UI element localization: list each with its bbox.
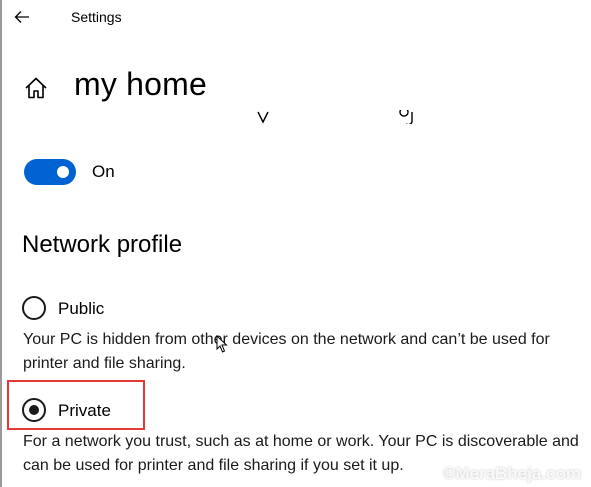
back-button[interactable] bbox=[12, 8, 32, 26]
mouse-pointer-icon bbox=[216, 335, 228, 353]
toggle-knob bbox=[57, 166, 69, 178]
scrolled-off-text-remnant bbox=[257, 110, 413, 124]
title-bar: Settings bbox=[0, 0, 591, 36]
window-title: Settings bbox=[71, 9, 122, 25]
watermark: ©MeraBheja.com bbox=[442, 464, 581, 483]
window-left-border bbox=[0, 0, 2, 487]
home-icon bbox=[25, 77, 47, 99]
public-radio[interactable] bbox=[22, 296, 46, 320]
back-arrow-icon bbox=[14, 11, 29, 23]
annotation-highlight-box bbox=[7, 380, 145, 430]
network-profile-heading: Network profile bbox=[22, 231, 183, 258]
toggle-state-label: On bbox=[92, 162, 115, 181]
public-radio-label[interactable]: Public bbox=[58, 299, 104, 319]
page-title: my home bbox=[74, 66, 207, 102]
public-description: Your PC is hidden from other devices on … bbox=[23, 331, 550, 372]
network-toggle-switch[interactable] bbox=[24, 159, 76, 185]
